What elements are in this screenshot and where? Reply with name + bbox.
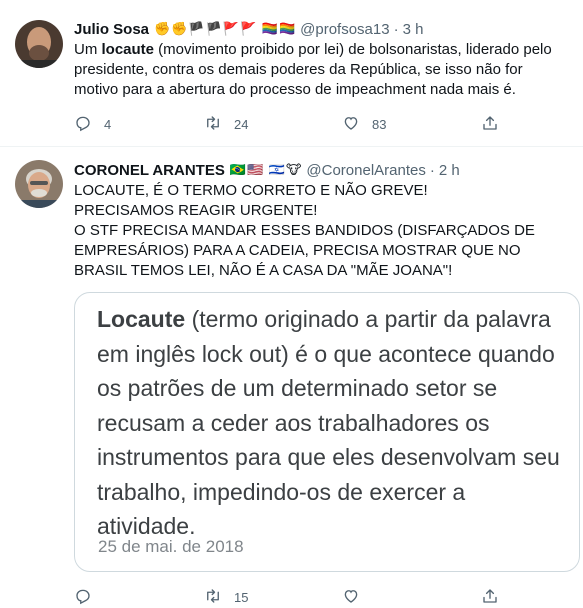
tweet-actions: 15: [74, 587, 504, 605]
retweet-count: 15: [234, 590, 249, 605]
reply-button[interactable]: 4: [74, 114, 111, 135]
share-icon: [481, 587, 499, 608]
name-emojis: ✊✊🏴🏴🚩🚩 🏳️‍🌈🏳️‍🌈: [154, 21, 297, 36]
retweet-icon: [204, 114, 222, 135]
timestamp[interactable]: 3 h: [403, 21, 424, 38]
quoted-image-card[interactable]: Locaute (termo originado a partir da pal…: [74, 292, 580, 572]
tweet-header: Julio Sosa ✊✊🏴🏴🚩🚩 🏳️‍🌈🏳️‍🌈 @profsosa13 ·…: [74, 19, 423, 39]
author-handle[interactable]: @CoronelArantes: [306, 162, 425, 179]
retweet-count: 24: [234, 117, 249, 132]
like-button[interactable]: 83: [342, 114, 386, 135]
separator: ·: [393, 20, 399, 38]
tweet-header: CORONEL ARANTES 🇧🇷🇺🇸 🇮🇱🐮 @CoronelArantes…: [74, 160, 460, 180]
retweet-icon: [204, 587, 222, 608]
reply-button[interactable]: [74, 587, 92, 608]
retweet-button[interactable]: 24: [204, 114, 248, 135]
share-icon: [481, 114, 499, 135]
text-highlight: locaute: [101, 41, 155, 58]
heart-icon: [342, 587, 360, 608]
author-name[interactable]: CORONEL ARANTES: [74, 162, 225, 179]
tweet-actions: 4 24 83: [74, 114, 504, 134]
author-name[interactable]: Julio Sosa: [74, 21, 149, 38]
quoted-definition: Locaute (termo originado a partir da pal…: [97, 302, 567, 544]
text-part: Um: [74, 41, 102, 58]
reply-icon: [74, 587, 92, 608]
separator: ·: [429, 161, 435, 179]
author-handle[interactable]: @profsosa13: [300, 21, 389, 38]
name-emojis: 🇧🇷🇺🇸 🇮🇱🐮: [229, 162, 303, 177]
share-button[interactable]: [481, 114, 499, 135]
quoted-definition-text: (termo originado a partir da palavra em …: [97, 306, 560, 539]
text-line: LOCAUTE, É O TERMO CORRETO E NÃO GREVE!: [74, 182, 428, 199]
timestamp[interactable]: 2 h: [439, 162, 460, 179]
reply-count: 4: [104, 117, 112, 132]
tweet[interactable]: CORONEL ARANTES 🇧🇷🇺🇸 🇮🇱🐮 @CoronelArantes…: [0, 147, 583, 605]
tweet-text: Um locaute (movimento proibido por lei) …: [74, 40, 569, 100]
avatar[interactable]: [15, 20, 63, 68]
share-button[interactable]: [481, 587, 499, 608]
avatar[interactable]: [15, 160, 63, 208]
like-count: 83: [372, 117, 387, 132]
reply-icon: [74, 114, 92, 135]
text-line: O STF PRECISA MANDAR ESSES BANDIDOS (DIS…: [74, 222, 535, 279]
quoted-term: Locaute: [97, 306, 186, 332]
quoted-date: 25 de mai. de 2018: [98, 537, 244, 556]
retweet-button[interactable]: 15: [204, 587, 248, 608]
text-line: PRECISAMOS REAGIR URGENTE!: [74, 202, 318, 219]
tweet[interactable]: Julio Sosa ✊✊🏴🏴🚩🚩 🏳️‍🌈🏳️‍🌈 @profsosa13 ·…: [0, 0, 583, 147]
like-button[interactable]: [342, 587, 360, 608]
heart-icon: [342, 114, 360, 135]
tweet-text: LOCAUTE, É O TERMO CORRETO E NÃO GREVE! …: [74, 181, 569, 281]
